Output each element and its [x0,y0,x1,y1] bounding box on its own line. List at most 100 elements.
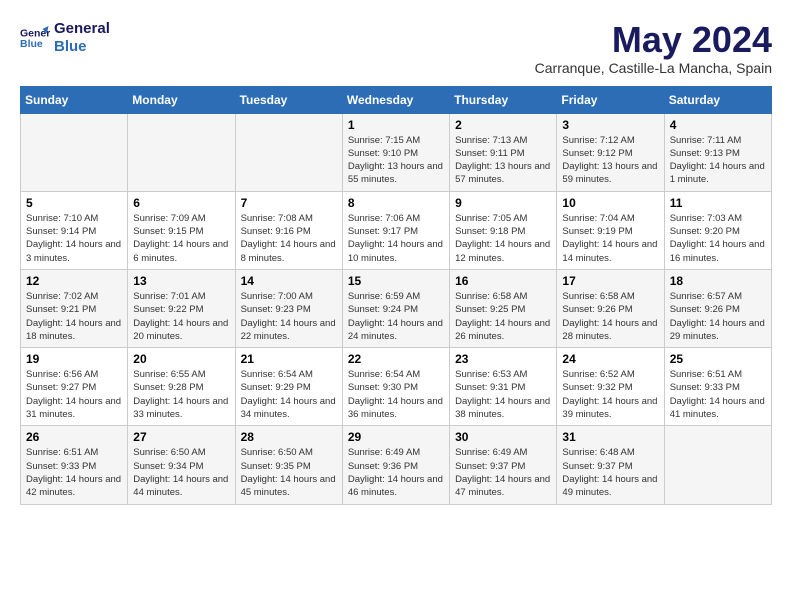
calendar-cell: 2 Sunrise: 7:13 AMSunset: 9:11 PMDaylight… [450,113,557,191]
day-info: Sunrise: 7:01 AMSunset: 9:22 PMDaylight:… [133,290,229,343]
weekday-header: Tuesday [235,86,342,113]
day-number: 14 [241,274,337,288]
calendar-cell: 27Sunrise: 6:50 AMSunset: 9:34 PMDayligh… [128,426,235,504]
month-title: May 2024 [535,20,772,60]
calendar-cell: 17 Sunrise: 6:58 AMSunset: 9:26 PMDayligh… [557,269,664,347]
calendar-cell [21,113,128,191]
calendar-week-row: 12 Sunrise: 7:02 AMSunset: 9:21 PMDayligh… [21,269,772,347]
logo-icon: General Blue [20,23,50,53]
weekday-header: Wednesday [342,86,449,113]
calendar-cell: 24 Sunrise: 6:52 AMSunset: 9:32 PMDayligh… [557,348,664,426]
page-header: General Blue General Blue May 2024 Carra… [20,20,772,76]
day-number: 23 [455,352,551,366]
calendar-cell [128,113,235,191]
calendar-cell: 23 Sunrise: 6:53 AMSunset: 9:31 PMDayligh… [450,348,557,426]
day-info: Sunrise: 6:49 AMSunset: 9:37 PMDaylight:… [455,446,551,499]
day-number: 29 [348,430,444,444]
day-number: 31 [562,430,658,444]
day-number: 2 [455,118,551,132]
day-info: Sunrise: 6:51 AMSunset: 9:33 PMDaylight:… [26,446,122,499]
day-number: 5 [26,196,122,210]
day-info: Sunrise: 7:02 AMSunset: 9:21 PMDaylight:… [26,290,122,343]
title-area: May 2024 Carranque, Castille-La Mancha, … [535,20,772,76]
day-number: 26 [26,430,122,444]
day-number: 17 [562,274,658,288]
weekday-header: Thursday [450,86,557,113]
calendar-cell: 28Sunrise: 6:50 AMSunset: 9:35 PMDayligh… [235,426,342,504]
day-info: Sunrise: 6:57 AMSunset: 9:26 PMDaylight:… [670,290,766,343]
calendar-cell: 25Sunrise: 6:51 AMSunset: 9:33 PMDayligh… [664,348,771,426]
calendar-cell: 13 Sunrise: 7:01 AMSunset: 9:22 PMDayligh… [128,269,235,347]
day-info: Sunrise: 6:59 AMSunset: 9:24 PMDaylight:… [348,290,444,343]
calendar-cell [235,113,342,191]
calendar-cell: 29 Sunrise: 6:49 AMSunset: 9:36 PMDayligh… [342,426,449,504]
calendar-cell: 4 Sunrise: 7:11 AMSunset: 9:13 PMDaylight… [664,113,771,191]
day-number: 4 [670,118,766,132]
day-info: Sunrise: 6:51 AMSunset: 9:33 PMDaylight:… [670,368,766,421]
day-number: 24 [562,352,658,366]
day-info: Sunrise: 6:48 AMSunset: 9:37 PMDaylight:… [562,446,658,499]
day-number: 21 [241,352,337,366]
weekday-header: Saturday [664,86,771,113]
calendar-cell: 14 Sunrise: 7:00 AMSunset: 9:23 PMDayligh… [235,269,342,347]
day-info: Sunrise: 7:03 AMSunset: 9:20 PMDaylight:… [670,212,766,265]
day-info: Sunrise: 6:50 AMSunset: 9:34 PMDaylight:… [133,446,229,499]
calendar-cell: 5 Sunrise: 7:10 AMSunset: 9:14 PMDaylight… [21,191,128,269]
day-number: 30 [455,430,551,444]
day-number: 6 [133,196,229,210]
day-info: Sunrise: 7:13 AMSunset: 9:11 PMDaylight:… [455,134,551,187]
calendar-week-row: 1Sunrise: 7:15 AMSunset: 9:10 PMDaylight… [21,113,772,191]
day-info: Sunrise: 7:05 AMSunset: 9:18 PMDaylight:… [455,212,551,265]
day-info: Sunrise: 6:53 AMSunset: 9:31 PMDaylight:… [455,368,551,421]
day-number: 28 [241,430,337,444]
day-info: Sunrise: 6:54 AMSunset: 9:30 PMDaylight:… [348,368,444,421]
calendar-cell: 19Sunrise: 6:56 AMSunset: 9:27 PMDayligh… [21,348,128,426]
day-info: Sunrise: 7:11 AMSunset: 9:13 PMDaylight:… [670,134,766,187]
calendar-cell: 10Sunrise: 7:04 AMSunset: 9:19 PMDayligh… [557,191,664,269]
day-info: Sunrise: 6:58 AMSunset: 9:25 PMDaylight:… [455,290,551,343]
calendar-cell: 22Sunrise: 6:54 AMSunset: 9:30 PMDayligh… [342,348,449,426]
calendar-week-row: 5 Sunrise: 7:10 AMSunset: 9:14 PMDaylight… [21,191,772,269]
logo: General Blue General Blue [20,20,110,56]
calendar-cell [664,426,771,504]
calendar-cell: 31 Sunrise: 6:48 AMSunset: 9:37 PMDayligh… [557,426,664,504]
weekday-header: Friday [557,86,664,113]
calendar-cell: 15 Sunrise: 6:59 AMSunset: 9:24 PMDayligh… [342,269,449,347]
day-info: Sunrise: 6:49 AMSunset: 9:36 PMDaylight:… [348,446,444,499]
day-info: Sunrise: 7:08 AMSunset: 9:16 PMDaylight:… [241,212,337,265]
day-number: 13 [133,274,229,288]
calendar-week-row: 26 Sunrise: 6:51 AMSunset: 9:33 PMDayligh… [21,426,772,504]
calendar-cell: 20Sunrise: 6:55 AMSunset: 9:28 PMDayligh… [128,348,235,426]
day-number: 1 [348,118,444,132]
calendar-cell: 6 Sunrise: 7:09 AMSunset: 9:15 PMDaylight… [128,191,235,269]
day-info: Sunrise: 6:58 AMSunset: 9:26 PMDaylight:… [562,290,658,343]
logo-general: General [54,20,110,38]
day-info: Sunrise: 7:06 AMSunset: 9:17 PMDaylight:… [348,212,444,265]
weekday-header: Monday [128,86,235,113]
day-info: Sunrise: 6:52 AMSunset: 9:32 PMDaylight:… [562,368,658,421]
calendar-cell: 12 Sunrise: 7:02 AMSunset: 9:21 PMDayligh… [21,269,128,347]
calendar-cell: 8Sunrise: 7:06 AMSunset: 9:17 PMDaylight… [342,191,449,269]
calendar-cell: 16 Sunrise: 6:58 AMSunset: 9:25 PMDayligh… [450,269,557,347]
day-number: 16 [455,274,551,288]
calendar-cell: 1Sunrise: 7:15 AMSunset: 9:10 PMDaylight… [342,113,449,191]
day-info: Sunrise: 6:54 AMSunset: 9:29 PMDaylight:… [241,368,337,421]
day-info: Sunrise: 7:12 AMSunset: 9:12 PMDaylight:… [562,134,658,187]
day-number: 12 [26,274,122,288]
calendar-cell: 21 Sunrise: 6:54 AMSunset: 9:29 PMDayligh… [235,348,342,426]
day-number: 9 [455,196,551,210]
location-title: Carranque, Castille-La Mancha, Spain [535,60,772,76]
calendar-cell: 18Sunrise: 6:57 AMSunset: 9:26 PMDayligh… [664,269,771,347]
day-info: Sunrise: 7:04 AMSunset: 9:19 PMDaylight:… [562,212,658,265]
day-number: 11 [670,196,766,210]
calendar-cell: 9 Sunrise: 7:05 AMSunset: 9:18 PMDaylight… [450,191,557,269]
calendar-table: SundayMondayTuesdayWednesdayThursdayFrid… [20,86,772,505]
day-number: 15 [348,274,444,288]
day-info: Sunrise: 7:10 AMSunset: 9:14 PMDaylight:… [26,212,122,265]
calendar-header: SundayMondayTuesdayWednesdayThursdayFrid… [21,86,772,113]
calendar-cell: 3Sunrise: 7:12 AMSunset: 9:12 PMDaylight… [557,113,664,191]
calendar-week-row: 19Sunrise: 6:56 AMSunset: 9:27 PMDayligh… [21,348,772,426]
day-info: Sunrise: 7:00 AMSunset: 9:23 PMDaylight:… [241,290,337,343]
day-info: Sunrise: 7:09 AMSunset: 9:15 PMDaylight:… [133,212,229,265]
weekday-header: Sunday [21,86,128,113]
